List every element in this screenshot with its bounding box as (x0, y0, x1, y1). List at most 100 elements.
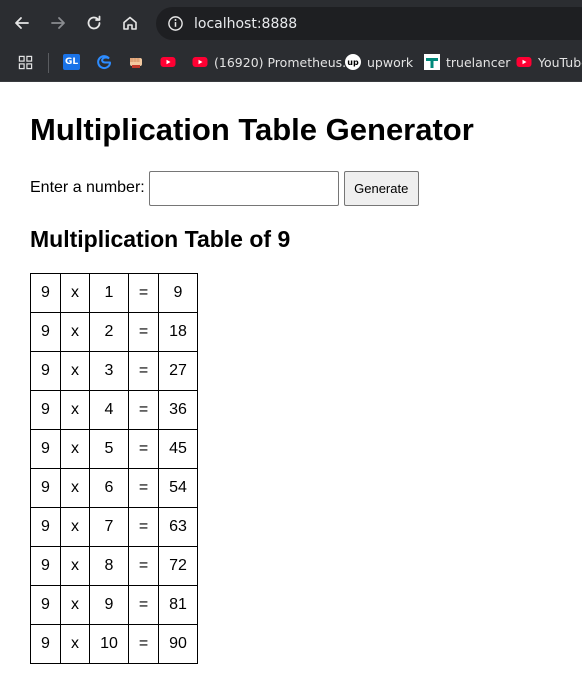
multiplier-cell: 10 (89, 624, 129, 664)
equals-cell: = (128, 468, 159, 508)
bookmark-label: upwork (367, 54, 414, 70)
product-cell: 81 (158, 585, 198, 625)
table-row: 9 x 2 = 18 (30, 312, 198, 352)
upwork-icon-text: up (347, 57, 359, 67)
page-title: Multiplication Table Generator (30, 112, 474, 147)
reload-button[interactable] (79, 8, 109, 38)
product-cell: 63 (158, 507, 198, 547)
multiplicand-cell: 9 (30, 468, 61, 508)
multiplication-table: 9 x 1 = 9 9 x 2 = 18 9 x 3 = 27 9 x 4 = 36 9 x 5 = 45 9 x 6 = 54 9 x 7 = 6… (30, 273, 198, 664)
operator-cell: x (60, 351, 90, 391)
address-bar[interactable]: localhost:8888 (156, 7, 582, 40)
table-row: 9 x 10 = 90 (30, 624, 198, 664)
table-row: 9 x 5 = 45 (30, 429, 198, 469)
number-label: Enter a number: (30, 179, 145, 196)
number-form: Enter a number: Generate (30, 170, 419, 206)
product-cell: 9 (158, 273, 198, 313)
apps-grid-icon (17, 54, 33, 70)
table-row: 9 x 6 = 54 (30, 468, 198, 508)
table-row: 9 x 8 = 72 (30, 546, 198, 586)
number-input[interactable] (148, 170, 339, 206)
multiplicand-cell: 9 (30, 507, 61, 547)
equals-cell: = (128, 507, 159, 547)
operator-cell: x (60, 624, 90, 664)
address-url[interactable]: localhost:8888 (194, 16, 297, 32)
operator-cell: x (60, 585, 90, 625)
table-row: 9 x 7 = 63 (30, 507, 198, 547)
reload-icon (87, 15, 101, 30)
back-button[interactable] (7, 8, 37, 38)
bookmark-prometheus[interactable]: (16920) Prometheus... (192, 52, 354, 72)
multiplier-cell: 1 (89, 273, 129, 313)
bookmark-gl[interactable]: GL (63, 52, 86, 72)
operator-cell: x (60, 390, 90, 430)
gl-icon-text: GL (64, 57, 79, 67)
bookmark-label: truelancer (446, 54, 511, 70)
product-cell: 27 (158, 351, 198, 391)
multiplicand-cell: 9 (30, 624, 61, 664)
operator-cell: x (60, 273, 90, 313)
multiplier-cell: 4 (89, 390, 129, 430)
bookmark-upwork[interactable]: up upwork (345, 52, 413, 72)
home-button[interactable] (115, 8, 145, 38)
upwork-icon: up (345, 54, 361, 70)
table-heading: Multiplication Table of 9 (30, 226, 291, 252)
operator-cell: x (60, 546, 90, 586)
operator-cell: x (60, 468, 90, 508)
home-icon (123, 16, 137, 30)
multiplicand-cell: 9 (30, 585, 61, 625)
youtube-icon (516, 54, 532, 70)
multiplicand-cell: 9 (30, 351, 61, 391)
multiplier-cell: 8 (89, 546, 129, 586)
generate-button[interactable]: Generate (343, 170, 419, 206)
multiplicand-cell: 9 (30, 546, 61, 586)
multiplicand-cell: 9 (30, 273, 61, 313)
table-row: 9 x 4 = 36 (30, 390, 198, 430)
arrow-left-icon (15, 17, 29, 29)
table-row: 9 x 9 = 81 (30, 585, 198, 625)
multiplier-cell: 2 (89, 312, 129, 352)
arrow-right-icon (51, 17, 65, 29)
multiplier-cell: 7 (89, 507, 129, 547)
product-cell: 36 (158, 390, 198, 430)
bookmark-youtube-2[interactable]: YouTube (516, 52, 582, 72)
product-cell: 90 (158, 624, 198, 664)
fist-icon (128, 54, 144, 70)
equals-cell: = (128, 429, 159, 469)
operator-cell: x (60, 507, 90, 547)
equals-cell: = (128, 312, 159, 352)
product-cell: 45 (158, 429, 198, 469)
product-cell: 18 (158, 312, 198, 352)
multiplier-cell: 3 (89, 351, 129, 391)
table-row: 9 x 3 = 27 (30, 351, 198, 391)
bookmark-label: (16920) Prometheus... (214, 54, 355, 70)
equals-cell: = (128, 390, 159, 430)
multiplicand-cell: 9 (30, 390, 61, 430)
equals-cell: = (128, 351, 159, 391)
operator-cell: x (60, 312, 90, 352)
table-row: 9 x 1 = 9 (30, 273, 198, 313)
info-icon[interactable] (165, 14, 185, 34)
operator-cell: x (60, 429, 90, 469)
apps-button[interactable] (17, 52, 39, 72)
youtube-icon (192, 54, 208, 70)
bookmark-label: YouTube (538, 54, 582, 70)
bookmark-fist[interactable] (128, 52, 150, 72)
bookmark-truelancer[interactable]: truelancer (424, 52, 510, 72)
multiplicand-cell: 9 (30, 312, 61, 352)
bookmarks-separator (48, 53, 49, 73)
edge-icon (96, 54, 112, 70)
multiplier-cell: 9 (89, 585, 129, 625)
product-cell: 72 (158, 546, 198, 586)
forward-button[interactable] (43, 8, 73, 38)
equals-cell: = (128, 273, 159, 313)
browser-toolbar: localhost:8888 (0, 0, 582, 45)
gl-icon: GL (63, 54, 80, 70)
bookmark-youtube-1[interactable] (160, 52, 182, 72)
bookmark-edge[interactable] (96, 52, 118, 72)
product-cell: 54 (158, 468, 198, 508)
multiplier-cell: 6 (89, 468, 129, 508)
multiplicand-cell: 9 (30, 429, 61, 469)
youtube-icon (160, 54, 176, 70)
equals-cell: = (128, 546, 159, 586)
